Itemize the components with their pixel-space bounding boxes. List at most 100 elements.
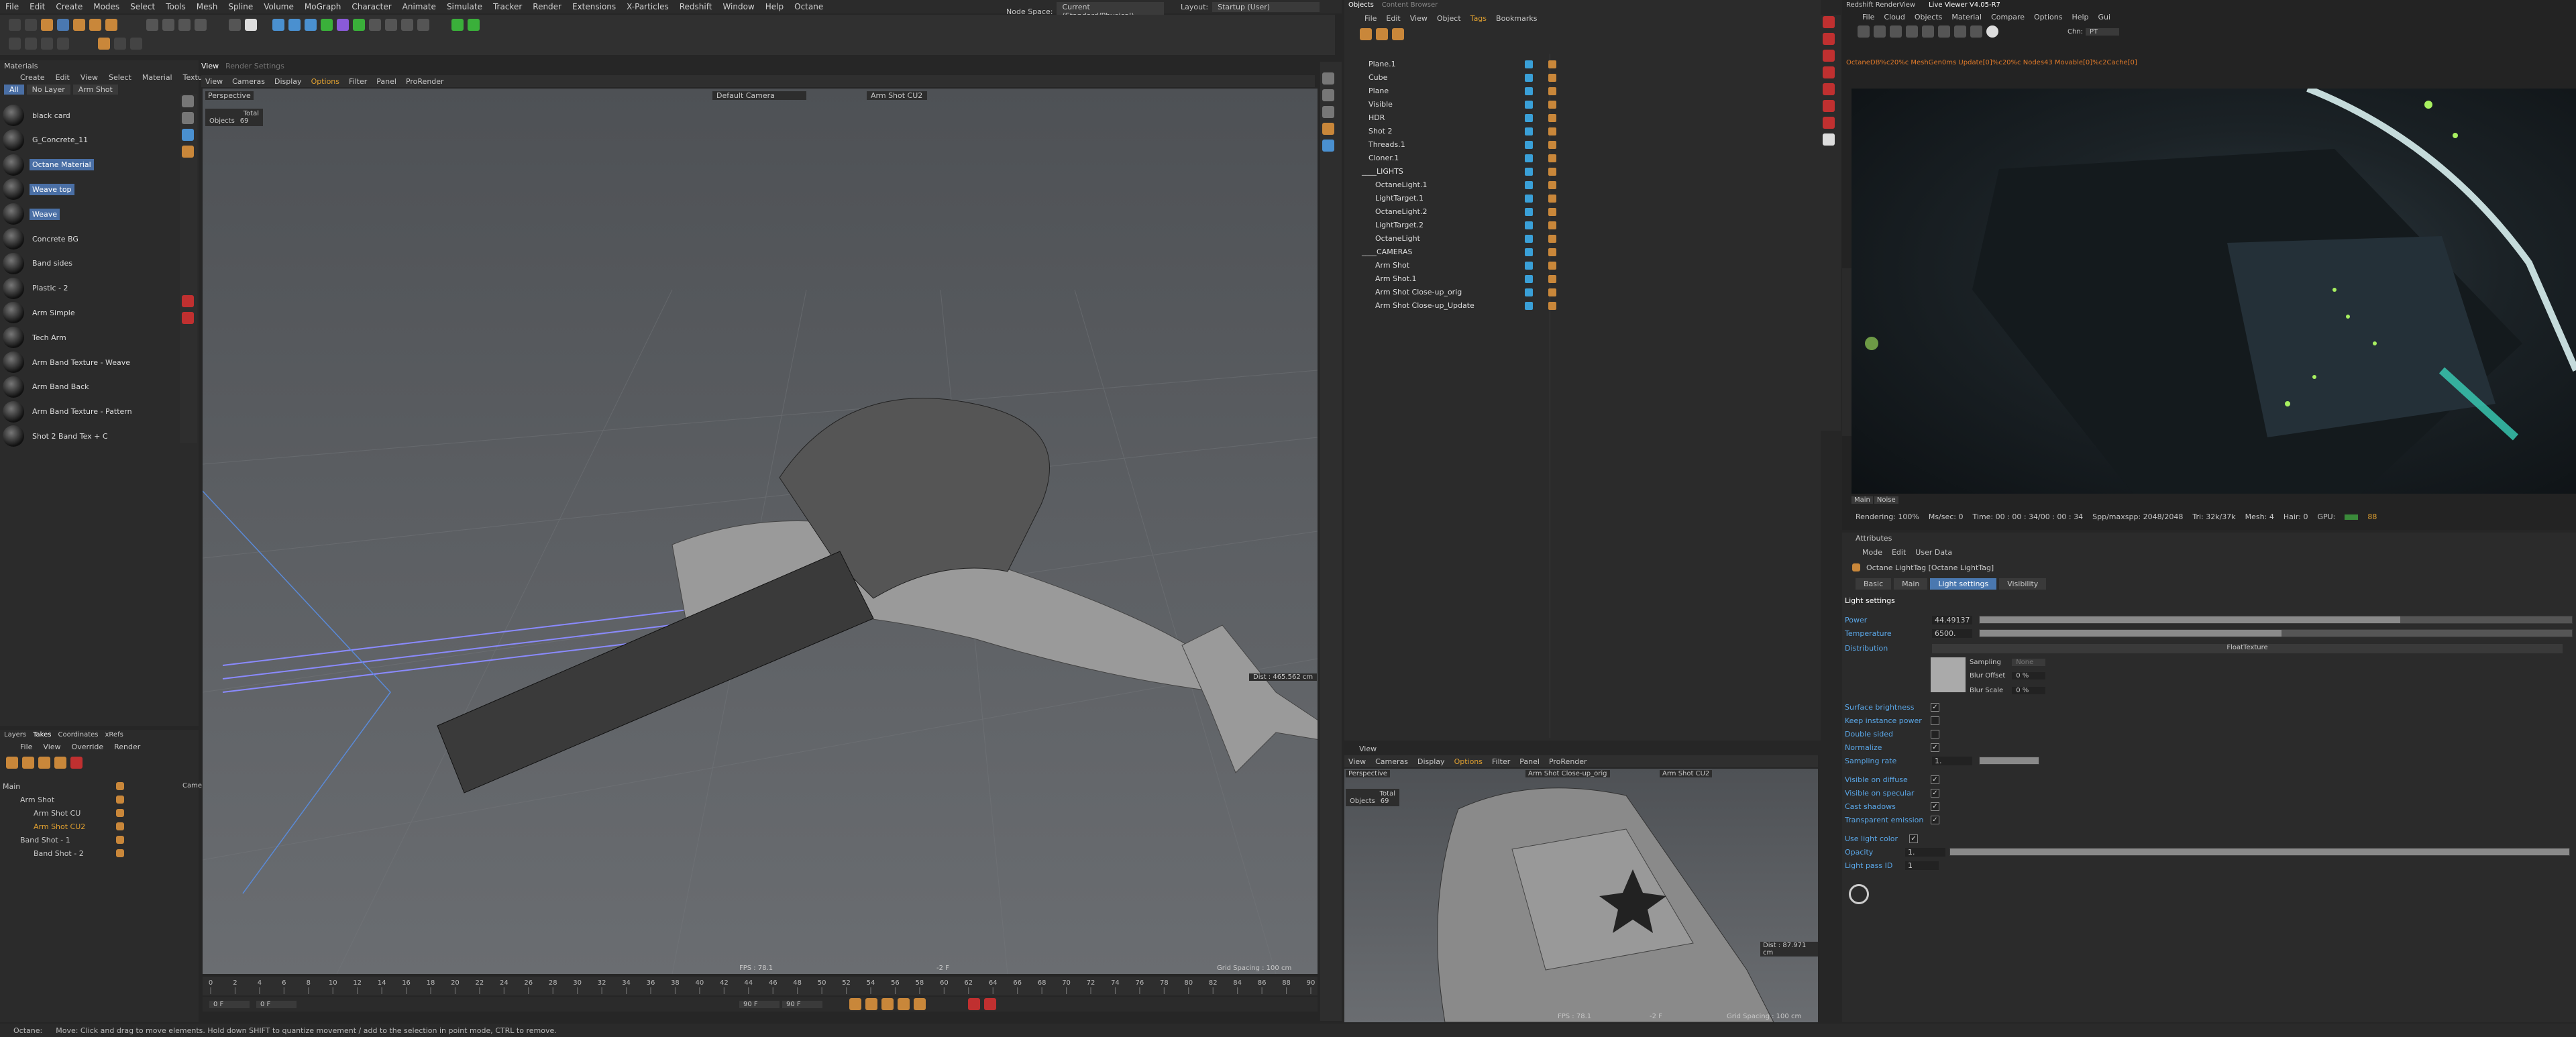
menu-render[interactable]: Render (533, 2, 561, 11)
vp-menu-filter[interactable]: Filter (349, 77, 367, 86)
scale-tool-icon[interactable] (73, 19, 85, 31)
rotate-tool-icon[interactable] (89, 19, 101, 31)
obj-filter-icon[interactable] (1360, 28, 1372, 40)
tab-render-settings[interactable]: Render Settings (225, 62, 284, 70)
menu-extensions[interactable]: Extensions (572, 2, 616, 11)
opacity-value[interactable]: 1. (1905, 847, 1945, 857)
mat-menu-create[interactable]: Create (20, 73, 45, 82)
small-viewport[interactable]: Perspective Arm Shot Close-up_orig Arm S… (1344, 769, 1818, 1022)
octane-send-icon[interactable] (1823, 83, 1835, 95)
object-tag-icon[interactable] (1548, 207, 1556, 216)
menu-xparticles[interactable]: X-Particles (627, 2, 669, 11)
option-checkbox[interactable]: ✓ (1931, 802, 1939, 811)
blur-scale-value[interactable]: 0 % (2012, 687, 2046, 694)
redo-icon[interactable] (25, 19, 37, 31)
object-row[interactable]: Threads.1 (1347, 138, 1817, 151)
obj-menu-edit[interactable]: Edit (1386, 14, 1400, 23)
lv-save-icon[interactable] (1970, 25, 1982, 38)
object-visibility-icon[interactable] (1525, 87, 1533, 95)
material-item[interactable]: G_Concrete_11 (0, 128, 181, 152)
vp-menu-panel[interactable]: Panel (376, 77, 396, 86)
material-item[interactable]: Arm Band Texture - Pattern (0, 400, 181, 424)
object-visibility-icon[interactable] (1525, 140, 1533, 149)
octane-icon[interactable] (451, 19, 464, 31)
sampling-rate-value[interactable]: 1. (1932, 756, 1972, 765)
mat-menu-select[interactable]: Select (109, 73, 131, 82)
attr-menu-userdata[interactable]: User Data (1915, 548, 1952, 557)
take-lock-icon[interactable] (54, 757, 66, 769)
power-value[interactable]: 44.49137 (1932, 615, 1972, 624)
object-visibility-icon[interactable] (1525, 288, 1533, 296)
vp-menu-options[interactable]: Options (311, 77, 339, 86)
red-record-icon[interactable] (182, 312, 194, 324)
take-override-icon[interactable] (22, 757, 34, 769)
red-stop-icon[interactable] (182, 295, 194, 307)
menu-volume[interactable]: Volume (264, 2, 294, 11)
object-visibility-icon[interactable] (1525, 261, 1533, 270)
object-tag-icon[interactable] (1548, 261, 1556, 270)
next-key-icon[interactable] (898, 998, 910, 1010)
attr-menu-mode[interactable]: Mode (1862, 548, 1882, 557)
menu-create[interactable]: Create (56, 2, 83, 11)
object-visibility-icon[interactable] (1525, 73, 1533, 82)
vp-tool-cube-icon[interactable] (1322, 89, 1334, 101)
object-visibility-icon[interactable] (1525, 180, 1533, 189)
menu-tracker[interactable]: Tracker (493, 2, 522, 11)
object-visibility-icon[interactable] (1525, 274, 1533, 283)
material-item[interactable]: Plastic - 2 (0, 276, 181, 301)
material-add-icon[interactable] (182, 129, 194, 141)
lv-send-scene-icon[interactable] (1858, 25, 1870, 38)
object-row[interactable]: ____CAMERAS (1347, 245, 1817, 258)
octane-stop-icon[interactable] (1823, 33, 1835, 45)
undo-icon[interactable] (9, 19, 21, 31)
cube-icon[interactable] (272, 19, 284, 31)
mat-menu-material[interactable]: Material (142, 73, 172, 82)
object-row[interactable]: LightTarget.2 (1347, 219, 1817, 231)
octane-lock-icon[interactable] (1823, 117, 1835, 129)
take-add-icon[interactable] (6, 757, 18, 769)
object-row[interactable]: Visible (1347, 98, 1817, 111)
object-row[interactable]: Plane (1347, 85, 1817, 97)
option-checkbox[interactable]: ✓ (1931, 816, 1939, 824)
go-start-icon[interactable] (849, 998, 861, 1010)
record-icon[interactable] (968, 998, 980, 1010)
tab-xrefs[interactable]: xRefs (105, 731, 123, 739)
menu-file[interactable]: File (5, 2, 19, 11)
lv-menu-gui[interactable]: Gui (2098, 13, 2111, 21)
filter-all[interactable]: All (4, 85, 24, 95)
object-row[interactable]: OctaneLight.2 (1347, 205, 1817, 218)
tab-coordinates[interactable]: Coordinates (58, 731, 98, 739)
subdivision-icon[interactable] (305, 19, 317, 31)
menu-mograph[interactable]: MoGraph (305, 2, 341, 11)
object-tag-icon[interactable] (1548, 60, 1556, 68)
lv-stop-icon[interactable] (1906, 25, 1918, 38)
material-item[interactable]: black card (0, 103, 181, 127)
octane-settings-icon[interactable] (1823, 133, 1835, 146)
tab-layers[interactable]: Layers (4, 731, 26, 739)
option-checkbox[interactable]: ✓ (1931, 789, 1939, 798)
material-item[interactable]: Arm Band Texture - Weave (0, 350, 181, 374)
filter-no-layer[interactable]: No Layer (26, 85, 70, 95)
object-tag-icon[interactable] (1548, 113, 1556, 122)
material-item[interactable]: Octane Material (0, 153, 181, 177)
object-visibility-icon[interactable] (1525, 167, 1533, 176)
octane-region-icon[interactable] (1823, 100, 1835, 112)
filter-arm-shot[interactable]: Arm Shot (72, 85, 118, 95)
object-row[interactable]: Shot 2 (1347, 125, 1817, 138)
take-camera-icon[interactable] (116, 849, 124, 857)
material-item[interactable]: Band sides (0, 252, 181, 276)
object-visibility-icon[interactable] (1525, 113, 1533, 122)
mat-menu-edit[interactable]: Edit (56, 73, 70, 82)
menu-redshift[interactable]: Redshift (680, 2, 712, 11)
small-viewport-camera[interactable]: Arm Shot Close-up_orig (1525, 770, 1610, 777)
object-row[interactable]: ____LIGHTS (1347, 165, 1817, 178)
object-tag-icon[interactable] (1548, 288, 1556, 296)
lv-pause-icon[interactable] (1890, 25, 1902, 38)
opacity-slider[interactable] (1949, 848, 2570, 856)
viewport-camera-select[interactable]: Default Camera (712, 91, 806, 100)
edge-mode-icon[interactable] (25, 38, 37, 50)
svp-menu-prorender[interactable]: ProRender (1549, 757, 1587, 766)
obj-layer-icon[interactable] (1392, 28, 1404, 40)
svp-menu-options[interactable]: Options (1454, 757, 1483, 766)
take-row[interactable]: Band Shot - 2 (0, 847, 195, 860)
